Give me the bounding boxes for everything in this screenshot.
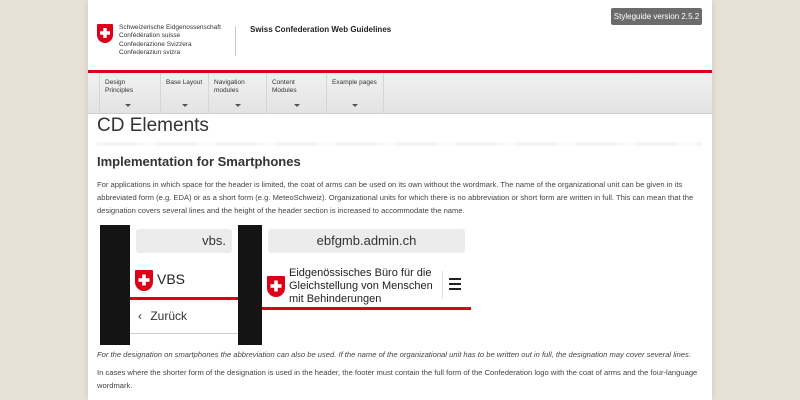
chevron-down-icon (124, 104, 131, 107)
chevron-left-icon: ‹ (138, 309, 142, 323)
styleguide-version-button[interactable]: Styleguide version 2.5.2 (611, 8, 702, 25)
nav-item-label: Base Layout (166, 79, 203, 86)
phone-bezel (100, 225, 130, 345)
wordmark-line: Confédération suisse (119, 32, 181, 40)
red-header-rule (262, 307, 471, 310)
intro-paragraph: For applications in which space for the … (97, 180, 694, 215)
wordmark-line: Confederazione Svizzera (119, 40, 192, 48)
wordmark-line: Confederaziun svizra (119, 48, 181, 56)
header-divider (235, 26, 236, 56)
phone-mockup-ebgb: ebfgmb.admin.ch Eidgenössisches Büro für… (262, 225, 471, 345)
nav-item-label: Example pages (332, 79, 377, 86)
phone-bezel (238, 225, 262, 345)
image-caption: For the designation on smartphones the a… (97, 350, 691, 359)
main-content: CD Elements Implementation for Smartphon… (97, 115, 702, 392)
hamburger-icon (449, 278, 461, 290)
confederation-wordmark[interactable]: Schweizerische Eidgenossenschaft Confédé… (119, 24, 221, 57)
unit-name: VBS (157, 271, 186, 287)
footer-note-paragraph: In cases where the shorter form of the d… (97, 368, 698, 390)
nav-item-design-principles[interactable]: Design Principles (99, 73, 155, 113)
section-divider (97, 142, 702, 146)
url-bar: ebfgmb.admin.ch (268, 229, 465, 253)
unit-name: Eidgenössisches Büro für die Gleichstell… (289, 267, 433, 306)
back-label: Zurück (150, 309, 188, 323)
smartphone-header-mockups-image: vbs. VBS ‹ Zurück ebfgmb.admin.ch Eidgen… (97, 225, 477, 345)
chevron-down-icon (181, 104, 188, 107)
url-bar: vbs. (136, 229, 232, 253)
unit-name-line: Gleichstellung von Menschen (289, 280, 433, 292)
swiss-coat-of-arms-icon[interactable] (97, 24, 113, 43)
nav-item-label: Content (272, 79, 295, 86)
swiss-coat-of-arms-icon (135, 270, 153, 291)
nav-item-navigation-modules[interactable]: Navigation modules (208, 73, 266, 113)
nav-item-content-modules[interactable]: Content Modules (266, 73, 326, 113)
unit-name-line: Eidgenössisches Büro für die (289, 267, 432, 279)
page-title: CD Elements (97, 115, 209, 136)
phone-mockup-vbs: vbs. VBS ‹ Zurück (130, 225, 238, 345)
unit-name-line: mit Behinderungen (289, 293, 382, 305)
red-header-rule (130, 297, 238, 300)
chevron-down-icon (234, 104, 241, 107)
chevron-down-icon (352, 104, 358, 107)
nav-item-example-pages[interactable]: Example pages (326, 73, 384, 113)
nav-item-base-layout[interactable]: Base Layout (160, 73, 208, 113)
nav-item-label: Modules (272, 87, 297, 94)
section-title: Implementation for Smartphones (97, 154, 301, 169)
nav-item-label: Principles (105, 87, 134, 94)
page: Schweizerische Eidgenossenschaft Confédé… (88, 0, 712, 400)
nav-item-label: Navigation (214, 79, 245, 86)
divider (442, 271, 443, 299)
wordmark-line: Schweizerische Eidgenossenschaft (119, 24, 221, 31)
site-header: Schweizerische Eidgenossenschaft Confédé… (88, 0, 712, 73)
nav-item-label: modules (214, 87, 239, 94)
nav-item-label: Design (105, 79, 126, 86)
swiss-coat-of-arms-icon (267, 276, 285, 297)
site-title[interactable]: Swiss Confederation Web Guidelines (250, 25, 391, 34)
chevron-down-icon (293, 104, 300, 107)
main-navigation: Design Principles Base Layout Navigation… (88, 73, 712, 114)
back-link: ‹ Zurück (138, 309, 187, 323)
divider (130, 333, 238, 334)
